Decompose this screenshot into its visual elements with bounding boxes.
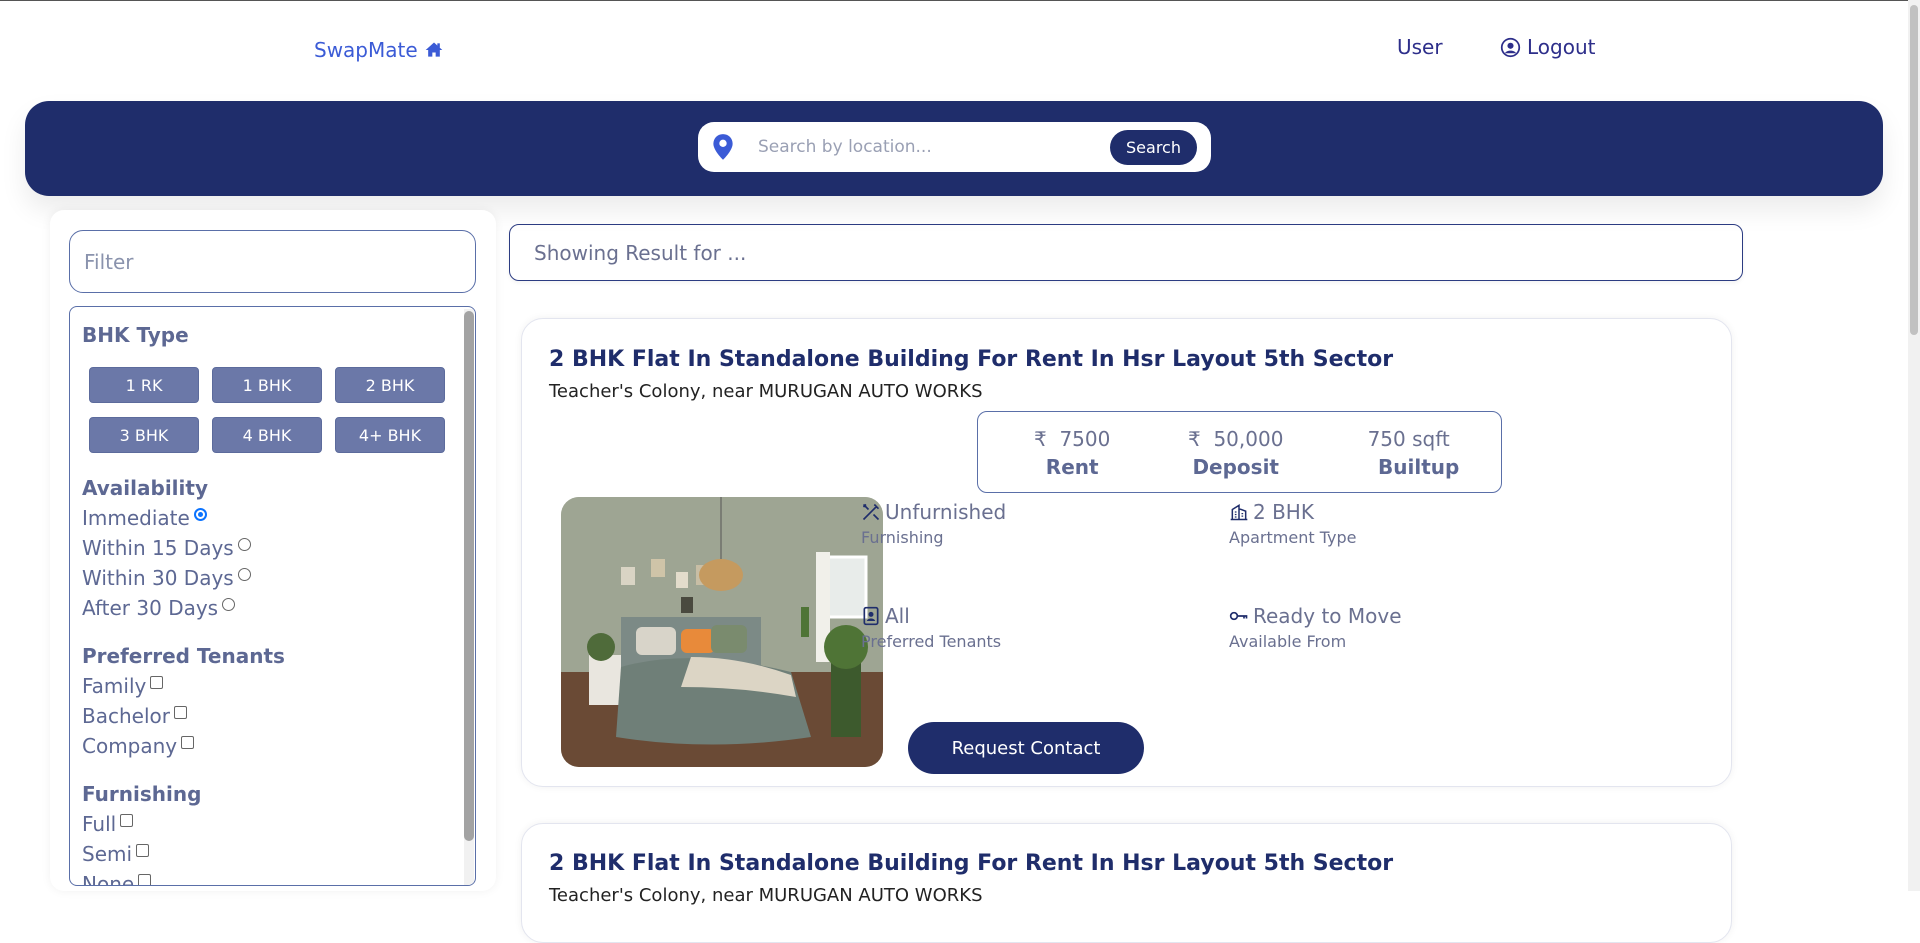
checkbox[interactable] — [136, 843, 150, 857]
availability-option-immediate[interactable]: Immediate — [82, 503, 462, 533]
results-summary-bar[interactable]: Showing Result for ... — [509, 224, 1743, 281]
furnishing-option-full[interactable]: Full — [82, 809, 462, 839]
filter-input[interactable] — [69, 230, 476, 293]
option-label: None — [82, 872, 135, 886]
furnishing-heading: Furnishing — [82, 782, 202, 806]
bhk-type-heading: BHK Type — [82, 323, 189, 347]
tools-icon — [862, 503, 880, 521]
checkbox[interactable] — [150, 675, 164, 689]
bhk-options: 1 RK 1 BHK 2 BHK 3 BHK 4 BHK 4+ BHK — [89, 367, 462, 453]
bedroom-photo-illustration — [561, 497, 883, 767]
apartment-label: Apartment Type — [1229, 528, 1357, 547]
available-value: Ready to Move — [1253, 604, 1402, 628]
preferred-tenants-feature: All Preferred Tenants — [861, 604, 1001, 651]
deposit-label: Deposit — [1192, 455, 1279, 479]
rupee-icon: ₹ — [1188, 427, 1201, 451]
furnishing-value: Unfurnished — [885, 500, 1007, 524]
filter-scrollbar-thumb[interactable] — [464, 311, 474, 841]
filter-panel[interactable]: BHK Type 1 RK 1 BHK 2 BHK 3 BHK 4 BHK 4+… — [69, 306, 476, 886]
search-button[interactable]: Search — [1110, 130, 1197, 165]
checkbox[interactable] — [138, 873, 152, 885]
rent-value: 7500 — [1059, 427, 1111, 451]
key-icon — [1229, 611, 1248, 621]
option-label: Semi — [82, 842, 133, 866]
bhk-option[interactable]: 1 RK — [89, 367, 199, 403]
rent-stat: ₹ 7500 Rent — [1034, 427, 1110, 479]
radio-button[interactable] — [237, 567, 251, 581]
person-badge-icon — [863, 606, 879, 626]
option-label: Full — [82, 812, 117, 836]
deposit-value: 50,000 — [1213, 427, 1284, 451]
request-contact-button[interactable]: Request Contact — [908, 722, 1144, 774]
user-circle-icon — [1500, 37, 1521, 57]
rent-label: Rent — [1045, 455, 1099, 479]
availability-feature: Ready to Move Available From — [1229, 604, 1402, 651]
tenants-value: All — [885, 604, 910, 628]
listing-address: Teacher's Colony, near MURUGAN AUTO WORK… — [549, 885, 983, 906]
tenant-option-family[interactable]: Family — [82, 671, 462, 701]
listing-title[interactable]: 2 BHK Flat In Standalone Building For Re… — [549, 851, 1393, 876]
bhk-option[interactable]: 2 BHK — [335, 367, 445, 403]
furnishing-option-none[interactable]: None — [82, 869, 462, 886]
bhk-option[interactable]: 3 BHK — [89, 417, 199, 453]
available-label: Available From — [1229, 632, 1347, 651]
option-label: Company — [82, 734, 178, 758]
listing-card[interactable]: 2 BHK Flat In Standalone Building For Re… — [521, 318, 1732, 787]
deposit-stat: ₹ 50,000 Deposit — [1188, 427, 1283, 479]
checkbox[interactable] — [181, 735, 195, 749]
radio-button[interactable] — [237, 537, 251, 551]
apartment-type-feature: 2 BHK Apartment Type — [1229, 500, 1356, 547]
radio-button[interactable] — [193, 507, 207, 521]
option-label: After 30 Days — [82, 596, 219, 620]
bhk-option[interactable]: 4 BHK — [212, 417, 322, 453]
builtup-stat: 750 sqft Builtup — [1358, 427, 1460, 479]
preferred-tenants-heading: Preferred Tenants — [82, 644, 285, 668]
listing-address: Teacher's Colony, near MURUGAN AUTO WORK… — [549, 381, 983, 402]
tenant-option-company[interactable]: Company — [82, 731, 462, 761]
building-icon — [1230, 503, 1248, 521]
option-label: Within 15 Days — [82, 536, 234, 560]
bhk-option[interactable]: 1 BHK — [212, 367, 322, 403]
furnishing-feature: Unfurnished Furnishing — [861, 500, 1006, 547]
option-label: Within 30 Days — [82, 566, 234, 590]
apartment-value: 2 BHK — [1253, 500, 1314, 524]
tenant-option-bachelor[interactable]: Bachelor — [82, 701, 462, 731]
page-scrollbar-thumb[interactable] — [1910, 5, 1918, 335]
brand-logo[interactable]: SwapMate — [314, 38, 444, 62]
option-label: Bachelor — [82, 704, 170, 728]
builtup-value: 750 sqft — [1367, 427, 1450, 451]
listing-stats: ₹ 7500 Rent ₹ 50,000 Deposit 750 sqft Bu… — [977, 411, 1502, 493]
nav-user-link[interactable]: User — [1397, 35, 1443, 59]
availability-option-30-days[interactable]: Within 30 Days — [82, 563, 462, 593]
navbar: SwapMate User Logout — [0, 0, 1900, 100]
availability-option-15-days[interactable]: Within 15 Days — [82, 533, 462, 563]
listing-card[interactable]: 2 BHK Flat In Standalone Building For Re… — [521, 823, 1732, 943]
listing-photo[interactable] — [561, 497, 883, 767]
radio-button[interactable] — [222, 597, 236, 611]
tenants-label: Preferred Tenants — [861, 632, 1002, 651]
home-icon — [425, 42, 443, 57]
availability-heading: Availability — [82, 476, 208, 500]
builtup-label: Builtup — [1378, 455, 1460, 479]
furnishing-option-semi[interactable]: Semi — [82, 839, 462, 869]
rupee-icon: ₹ — [1034, 427, 1047, 451]
listing-title[interactable]: 2 BHK Flat In Standalone Building For Re… — [549, 347, 1393, 372]
brand-name[interactable]: SwapMate — [314, 38, 418, 62]
bhk-option[interactable]: 4+ BHK — [335, 417, 445, 453]
option-label: Family — [82, 674, 147, 698]
logout-label: Logout — [1527, 35, 1596, 59]
location-pin-icon — [713, 134, 733, 160]
search-input[interactable] — [758, 134, 1098, 160]
availability-option-after-30-days[interactable]: After 30 Days — [82, 593, 462, 623]
logout-button[interactable]: Logout — [1500, 35, 1595, 59]
furnishing-label: Furnishing — [861, 528, 944, 547]
location-search: Search — [698, 122, 1211, 172]
checkbox[interactable] — [173, 705, 187, 719]
checkbox[interactable] — [120, 813, 134, 827]
option-label: Immediate — [82, 506, 190, 530]
